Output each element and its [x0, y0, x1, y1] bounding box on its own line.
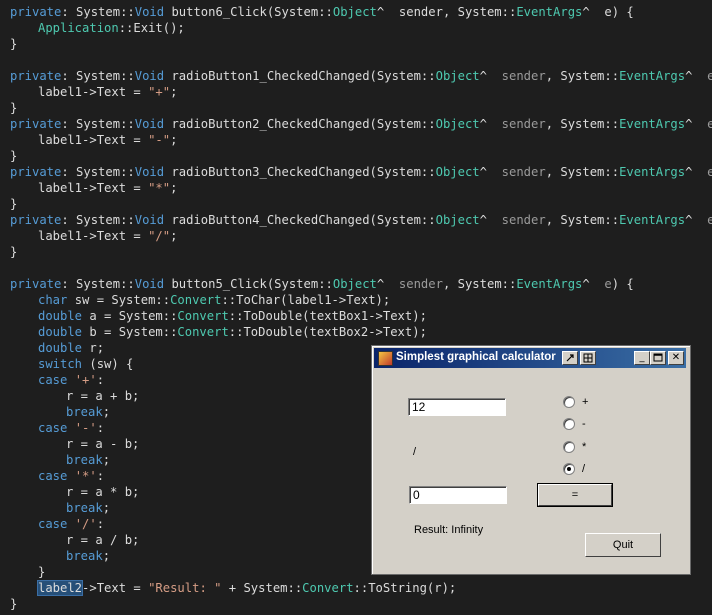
code-line: private: System::Void button5_Click(Syst…: [10, 277, 634, 291]
calculator-window: Simplest graphical calculator _ ✕ 12 / 0…: [371, 345, 691, 575]
code-line: r = a - b;: [66, 437, 140, 451]
minimize-icon: _: [639, 352, 645, 363]
code-line: label1->Text = "/";: [38, 229, 178, 243]
code-line: Application::Exit();: [38, 21, 185, 35]
title-bar[interactable]: Simplest graphical calculator _ ✕: [374, 348, 686, 368]
radio-multiply-label: *: [582, 441, 587, 453]
radio-minus[interactable]: [563, 418, 575, 430]
code-line: }: [10, 597, 18, 611]
textbox2[interactable]: 0: [409, 486, 507, 504]
radio-plus[interactable]: [563, 396, 575, 408]
code-line: }: [10, 245, 18, 259]
code-line: }: [10, 37, 18, 51]
maximize-icon: [653, 353, 663, 362]
operator-label: /: [413, 446, 417, 458]
app-icon: [378, 351, 393, 366]
code-line: label2->Text = "Result: " + System::Conv…: [36, 580, 457, 596]
code-line: label1->Text = "+";: [38, 85, 178, 99]
code-line: private: System::Void radioButton4_Check…: [10, 213, 712, 227]
result-label: Result: Infinity: [414, 524, 484, 536]
code-line: case '+':: [38, 373, 105, 387]
code-line: }: [10, 101, 18, 115]
code-line: }: [38, 565, 46, 579]
maximize-button[interactable]: [650, 351, 666, 365]
close-button[interactable]: ✕: [668, 351, 684, 365]
code-line: double a = System::Convert::ToDouble(tex…: [38, 309, 427, 323]
radio-plus-label: +: [582, 396, 589, 408]
textbox1[interactable]: 12: [408, 398, 506, 416]
code-line: case '/':: [38, 517, 105, 531]
code-line: private: System::Void radioButton1_Check…: [10, 69, 712, 83]
radio-divide-label: /: [582, 463, 586, 475]
code-line: case '*':: [38, 469, 105, 483]
code-line: r = a + b;: [66, 389, 140, 403]
minimize-button[interactable]: _: [634, 351, 650, 365]
code-line: break;: [66, 501, 111, 515]
code-line: break;: [66, 405, 111, 419]
code-line: break;: [66, 549, 111, 563]
code-line: }: [10, 197, 18, 211]
radio-minus-label: -: [582, 418, 586, 430]
radio-multiply[interactable]: [563, 441, 575, 453]
code-line: switch (sw) {: [38, 357, 134, 371]
pin-icon[interactable]: [562, 351, 578, 365]
code-line: private: System::Void radioButton3_Check…: [10, 165, 712, 179]
code-line: char sw = System::Convert::ToChar(label1…: [38, 293, 391, 307]
code-line: case '-':: [38, 421, 105, 435]
window-title: Simplest graphical calculator: [396, 351, 556, 363]
code-line: label1->Text = "-";: [38, 133, 178, 147]
close-icon: ✕: [671, 352, 681, 363]
code-line: private: System::Void radioButton2_Check…: [10, 117, 712, 131]
equals-button[interactable]: =: [537, 483, 613, 507]
grid-icon[interactable]: [580, 351, 596, 365]
code-line: double b = System::Convert::ToDouble(tex…: [38, 325, 427, 339]
code-line: r = a / b;: [66, 533, 140, 547]
quit-button[interactable]: Quit: [585, 533, 661, 557]
code-line: double r;: [38, 341, 105, 355]
code-line: break;: [66, 453, 111, 467]
code-line: }: [10, 149, 18, 163]
code-line: label1->Text = "*";: [38, 181, 178, 195]
code-line: r = a * b;: [66, 485, 140, 499]
radio-divide[interactable]: [563, 463, 575, 475]
code-line: private: System::Void button6_Click(Syst…: [10, 5, 634, 19]
